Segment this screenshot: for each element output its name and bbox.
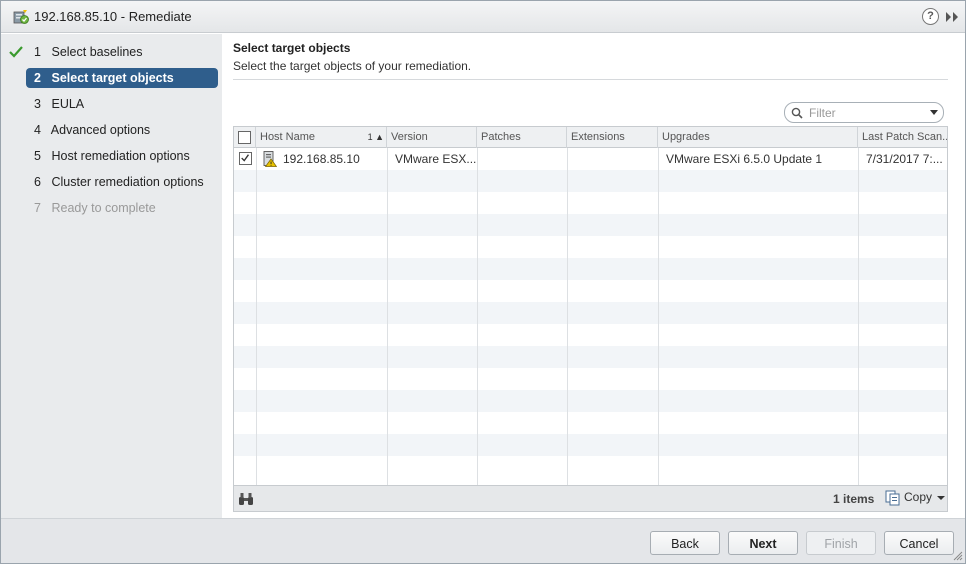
step-label: Select target objects	[51, 71, 174, 85]
grid-header: Host Name 1 ▲ Version Patches Extensions…	[234, 127, 947, 148]
target-objects-grid: Host Name 1 ▲ Version Patches Extensions…	[233, 126, 948, 512]
empty-row	[234, 236, 947, 258]
empty-row	[234, 170, 947, 192]
remediate-icon	[13, 10, 29, 24]
step-eula[interactable]: 3 EULA	[26, 94, 218, 114]
filter-input[interactable]	[807, 104, 927, 121]
version-cell: VMware ESX...	[395, 152, 477, 166]
empty-row	[234, 368, 947, 390]
divider	[233, 79, 948, 80]
dialog-title: 192.168.85.10 - Remediate	[34, 9, 192, 24]
binoculars-icon[interactable]	[238, 492, 254, 506]
check-icon	[9, 46, 23, 58]
checkmark-icon	[241, 154, 250, 162]
items-count: 1 items	[833, 492, 875, 506]
step-advanced-options[interactable]: 4 Advanced options	[26, 120, 218, 140]
wizard-steps-nav: 1 Select baselines 2 Select target objec…	[1, 34, 222, 518]
page-subtitle: Select the target objects of your remedi…	[233, 59, 472, 73]
main-content: Select target objects Select the target …	[222, 34, 965, 518]
empty-row	[234, 412, 947, 434]
step-host-remediation-options[interactable]: 5 Host remediation options	[26, 146, 218, 166]
button-bar: Back Next Finish Cancel	[1, 518, 965, 563]
empty-row	[234, 302, 947, 324]
column-divider	[256, 148, 257, 485]
row-checkbox[interactable]	[239, 152, 252, 165]
chevron-down-icon	[937, 496, 945, 500]
search-icon	[791, 107, 803, 119]
last-patch-scan-cell: 7/31/2017 7:...	[866, 152, 943, 166]
empty-row	[234, 324, 947, 346]
empty-row	[234, 280, 947, 302]
column-divider	[387, 148, 388, 485]
grid-footer: 1 items Copy	[234, 485, 947, 511]
extensions-cell	[567, 148, 658, 170]
empty-row	[234, 346, 947, 368]
host-name-cell[interactable]: 192.168.85.10	[275, 148, 387, 170]
step-label: Ready to complete	[51, 201, 156, 215]
cancel-button[interactable]: Cancel	[884, 531, 954, 555]
step-ready-to-complete: 7 Ready to complete	[34, 201, 156, 215]
column-header-version[interactable]: Version	[387, 127, 477, 148]
step-label: Advanced options	[50, 123, 151, 137]
step-select-target-objects[interactable]: 2 Select target objects	[26, 68, 218, 88]
empty-row	[234, 192, 947, 214]
copy-label: Copy	[904, 490, 933, 504]
copy-icon	[885, 490, 900, 506]
title-bar[interactable]: 192.168.85.10 - Remediate ?	[1, 1, 965, 33]
patches-cell	[477, 148, 567, 170]
filter-box[interactable]	[784, 102, 944, 123]
empty-row	[234, 258, 947, 280]
column-header-host-name[interactable]: Host Name 1 ▲	[256, 127, 387, 148]
step-label: Select baselines	[51, 45, 143, 59]
empty-row	[234, 214, 947, 236]
upgrades-cell: VMware ESXi 6.5.0 Update 1	[666, 152, 823, 166]
column-header-upgrades[interactable]: Upgrades	[658, 127, 858, 148]
page-title: Select target objects	[233, 41, 351, 55]
finish-button: Finish	[806, 531, 876, 555]
table-row[interactable]: 192.168.85.10 VMware ESX... VMware ESXi …	[234, 148, 947, 170]
help-icon[interactable]: ?	[922, 8, 939, 25]
step-cluster-remediation-options[interactable]: 6 Cluster remediation options	[26, 172, 218, 192]
back-button[interactable]: Back	[650, 531, 720, 555]
column-header-extensions[interactable]: Extensions	[567, 127, 658, 148]
sort-ascending-icon: 1 ▲	[367, 132, 384, 142]
remediate-dialog: 192.168.85.10 - Remediate ? 1 Select bas…	[0, 0, 966, 564]
empty-row	[234, 456, 947, 485]
resize-grip-icon[interactable]	[953, 551, 963, 561]
column-divider	[658, 148, 659, 485]
column-divider	[858, 148, 859, 485]
step-label: Cluster remediation options	[51, 175, 204, 189]
column-header-patches[interactable]: Patches	[477, 127, 567, 148]
column-divider	[477, 148, 478, 485]
select-all-checkbox[interactable]	[238, 131, 251, 144]
step-label: EULA	[51, 97, 85, 111]
step-label: Host remediation options	[51, 149, 190, 163]
empty-row	[234, 390, 947, 412]
column-header-last-patch-scan[interactable]: Last Patch Scan...	[858, 127, 947, 148]
column-divider	[567, 148, 568, 485]
empty-row	[234, 434, 947, 456]
step-select-baselines[interactable]: 1 Select baselines	[26, 42, 218, 62]
expand-icon[interactable]	[945, 11, 959, 23]
next-button[interactable]: Next	[728, 531, 798, 555]
select-all-header	[234, 127, 256, 148]
chevron-down-icon[interactable]	[930, 110, 938, 115]
